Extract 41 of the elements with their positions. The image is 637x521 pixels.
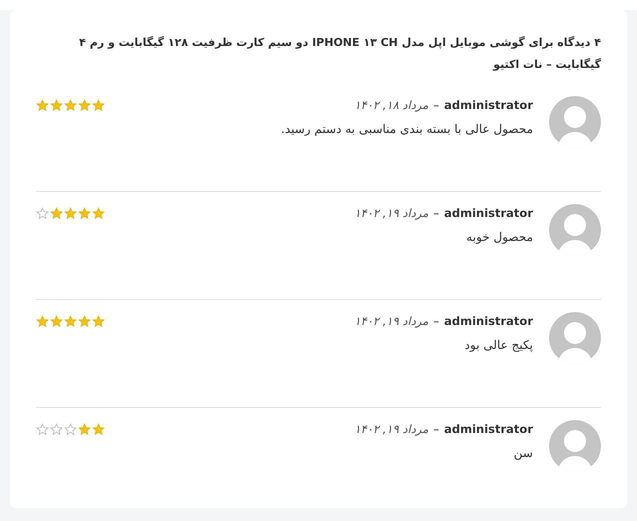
author-name: administrator (444, 314, 533, 328)
avatar-icon (549, 204, 601, 256)
comment-date: مرداد ۱۸, ۱۴۰۲ (354, 98, 428, 112)
star-icon (64, 206, 77, 220)
comments-title: ۴ دیدگاه برای گوشی موبایل اپل مدل IPHONE ۱۳ CH دو سیم کارت ظرفیت ۱۲۸ گیگابایت و رم ۴ گیگابایت – نات اکتیو (78, 35, 601, 73)
star-icon (50, 98, 63, 112)
star-icon (78, 422, 91, 436)
star-icon (78, 98, 91, 112)
star-icon (50, 206, 63, 220)
star-icon (50, 422, 63, 436)
star-icon (92, 314, 105, 328)
comment-date: مرداد ۱۹, ۱۴۰۲ (354, 314, 428, 328)
star-icon (64, 98, 77, 112)
avatar-icon (549, 312, 601, 364)
comment-date: مرداد ۱۹, ۱۴۰۲ (354, 422, 428, 436)
comment-text: سن (512, 446, 533, 460)
author-name: administrator (444, 206, 533, 220)
star-icon (78, 314, 91, 328)
separator: – (433, 422, 440, 436)
star-icon (36, 206, 49, 220)
comment-text: محصول خوبه (465, 230, 533, 244)
avatar-icon (549, 420, 601, 472)
star-icon (92, 98, 105, 112)
star-icon (64, 422, 77, 436)
separator: – (433, 206, 440, 220)
comment-date: مرداد ۱۹, ۱۴۰۲ (354, 206, 428, 220)
separator: – (433, 98, 440, 112)
comment-text: محصول عالی با بسته بندی مناسبی به دستم رسید. (280, 122, 533, 136)
star-icon (50, 314, 63, 328)
separator: – (433, 314, 440, 328)
star-icon (36, 422, 49, 436)
author-name: administrator (444, 422, 533, 436)
star-icon (64, 314, 77, 328)
star-icon (36, 314, 49, 328)
star-icon (36, 98, 49, 112)
star-icon (92, 206, 105, 220)
comment-text: پکیج عالی بود (464, 338, 533, 352)
star-icon (92, 422, 105, 436)
author-name: administrator (444, 98, 533, 112)
star-icon (78, 206, 91, 220)
avatar-icon (549, 96, 601, 148)
